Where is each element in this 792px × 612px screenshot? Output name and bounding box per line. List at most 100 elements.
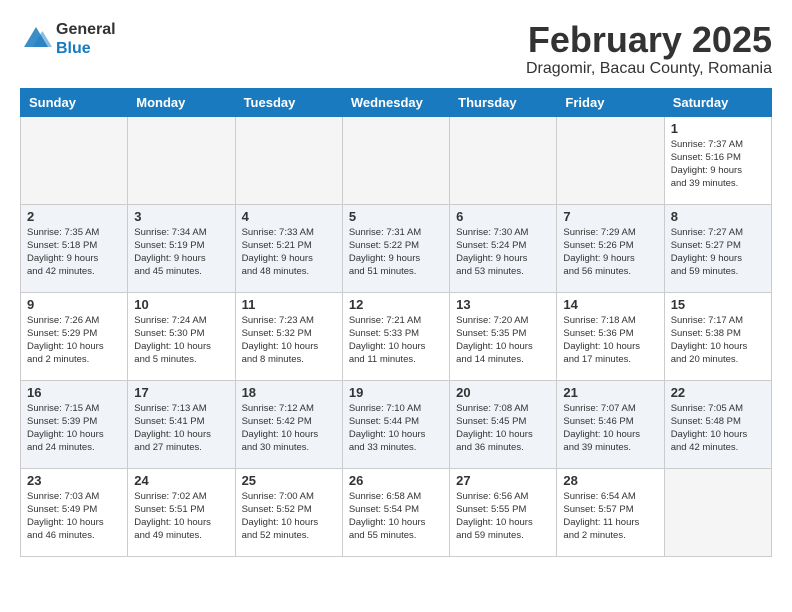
day-number: 19	[349, 385, 443, 400]
day-info: Sunrise: 7:07 AM Sunset: 5:46 PM Dayligh…	[563, 402, 657, 455]
day-info: Sunrise: 6:56 AM Sunset: 5:55 PM Dayligh…	[456, 490, 550, 543]
col-header-tuesday: Tuesday	[235, 88, 342, 116]
day-info: Sunrise: 7:08 AM Sunset: 5:45 PM Dayligh…	[456, 402, 550, 455]
day-number: 9	[27, 297, 121, 312]
calendar-cell	[21, 116, 128, 204]
page-header: General Blue February 2025 Dragomir, Bac…	[20, 20, 772, 78]
day-number: 13	[456, 297, 550, 312]
day-info: Sunrise: 7:33 AM Sunset: 5:21 PM Dayligh…	[242, 226, 336, 279]
week-row-2: 2 Sunrise: 7:35 AM Sunset: 5:18 PM Daylig…	[21, 204, 772, 292]
calendar-table: SundayMondayTuesdayWednesdayThursdayFrid…	[20, 88, 772, 557]
day-number: 20	[456, 385, 550, 400]
logo: General Blue	[20, 20, 116, 58]
calendar-cell: 11 Sunrise: 7:23 AM Sunset: 5:32 PM Dayli…	[235, 292, 342, 380]
logo-blue: Blue	[56, 39, 116, 58]
calendar-cell: 4 Sunrise: 7:33 AM Sunset: 5:21 PM Daylig…	[235, 204, 342, 292]
day-info: Sunrise: 7:12 AM Sunset: 5:42 PM Dayligh…	[242, 402, 336, 455]
logo-text: General Blue	[56, 20, 116, 58]
calendar-cell: 10 Sunrise: 7:24 AM Sunset: 5:30 PM Dayli…	[128, 292, 235, 380]
day-info: Sunrise: 7:23 AM Sunset: 5:32 PM Dayligh…	[242, 314, 336, 367]
calendar-cell	[342, 116, 449, 204]
calendar-cell: 22 Sunrise: 7:05 AM Sunset: 5:48 PM Dayli…	[664, 380, 771, 468]
day-number: 15	[671, 297, 765, 312]
day-number: 25	[242, 473, 336, 488]
day-info: Sunrise: 7:17 AM Sunset: 5:38 PM Dayligh…	[671, 314, 765, 367]
day-info: Sunrise: 7:15 AM Sunset: 5:39 PM Dayligh…	[27, 402, 121, 455]
day-number: 10	[134, 297, 228, 312]
day-number: 12	[349, 297, 443, 312]
calendar-cell: 5 Sunrise: 7:31 AM Sunset: 5:22 PM Daylig…	[342, 204, 449, 292]
day-info: Sunrise: 6:58 AM Sunset: 5:54 PM Dayligh…	[349, 490, 443, 543]
day-info: Sunrise: 7:30 AM Sunset: 5:24 PM Dayligh…	[456, 226, 550, 279]
day-info: Sunrise: 7:20 AM Sunset: 5:35 PM Dayligh…	[456, 314, 550, 367]
day-info: Sunrise: 7:24 AM Sunset: 5:30 PM Dayligh…	[134, 314, 228, 367]
day-info: Sunrise: 7:13 AM Sunset: 5:41 PM Dayligh…	[134, 402, 228, 455]
col-header-sunday: Sunday	[21, 88, 128, 116]
day-number: 5	[349, 209, 443, 224]
calendar-cell: 7 Sunrise: 7:29 AM Sunset: 5:26 PM Daylig…	[557, 204, 664, 292]
day-info: Sunrise: 7:29 AM Sunset: 5:26 PM Dayligh…	[563, 226, 657, 279]
calendar-cell	[128, 116, 235, 204]
day-number: 26	[349, 473, 443, 488]
calendar-cell: 21 Sunrise: 7:07 AM Sunset: 5:46 PM Dayli…	[557, 380, 664, 468]
day-number: 22	[671, 385, 765, 400]
day-info: Sunrise: 7:37 AM Sunset: 5:16 PM Dayligh…	[671, 138, 765, 191]
calendar-cell	[557, 116, 664, 204]
calendar-cell: 17 Sunrise: 7:13 AM Sunset: 5:41 PM Dayli…	[128, 380, 235, 468]
calendar-cell: 16 Sunrise: 7:15 AM Sunset: 5:39 PM Dayli…	[21, 380, 128, 468]
week-row-5: 23 Sunrise: 7:03 AM Sunset: 5:49 PM Dayli…	[21, 468, 772, 556]
day-info: Sunrise: 7:34 AM Sunset: 5:19 PM Dayligh…	[134, 226, 228, 279]
calendar-cell: 1 Sunrise: 7:37 AM Sunset: 5:16 PM Daylig…	[664, 116, 771, 204]
calendar-cell: 9 Sunrise: 7:26 AM Sunset: 5:29 PM Daylig…	[21, 292, 128, 380]
calendar-header-row: SundayMondayTuesdayWednesdayThursdayFrid…	[21, 88, 772, 116]
location: Dragomir, Bacau County, Romania	[526, 60, 772, 78]
col-header-thursday: Thursday	[450, 88, 557, 116]
calendar-cell: 12Sunrise: 7:21 AM Sunset: 5:33 PM Dayli…	[342, 292, 449, 380]
day-number: 4	[242, 209, 336, 224]
title-block: February 2025 Dragomir, Bacau County, Ro…	[526, 20, 772, 78]
calendar-cell: 24Sunrise: 7:02 AM Sunset: 5:51 PM Dayli…	[128, 468, 235, 556]
day-info: Sunrise: 7:26 AM Sunset: 5:29 PM Dayligh…	[27, 314, 121, 367]
day-number: 3	[134, 209, 228, 224]
calendar-cell: 27 Sunrise: 6:56 AM Sunset: 5:55 PM Dayli…	[450, 468, 557, 556]
day-info: Sunrise: 7:03 AM Sunset: 5:49 PM Dayligh…	[27, 490, 121, 543]
calendar-cell: 14Sunrise: 7:18 AM Sunset: 5:36 PM Dayli…	[557, 292, 664, 380]
calendar-cell: 28 Sunrise: 6:54 AM Sunset: 5:57 PM Dayli…	[557, 468, 664, 556]
week-row-3: 9 Sunrise: 7:26 AM Sunset: 5:29 PM Daylig…	[21, 292, 772, 380]
day-number: 28	[563, 473, 657, 488]
calendar-cell: 2 Sunrise: 7:35 AM Sunset: 5:18 PM Daylig…	[21, 204, 128, 292]
calendar-cell: 20 Sunrise: 7:08 AM Sunset: 5:45 PM Dayli…	[450, 380, 557, 468]
logo-general: General	[56, 20, 116, 39]
day-info: Sunrise: 7:35 AM Sunset: 5:18 PM Dayligh…	[27, 226, 121, 279]
logo-icon	[20, 23, 52, 55]
month-title: February 2025	[526, 20, 772, 60]
calendar-cell: 23 Sunrise: 7:03 AM Sunset: 5:49 PM Dayli…	[21, 468, 128, 556]
calendar-cell	[235, 116, 342, 204]
calendar-cell: 3 Sunrise: 7:34 AM Sunset: 5:19 PM Daylig…	[128, 204, 235, 292]
week-row-1: 1 Sunrise: 7:37 AM Sunset: 5:16 PM Daylig…	[21, 116, 772, 204]
day-info: Sunrise: 7:27 AM Sunset: 5:27 PM Dayligh…	[671, 226, 765, 279]
day-number: 6	[456, 209, 550, 224]
day-info: Sunrise: 7:05 AM Sunset: 5:48 PM Dayligh…	[671, 402, 765, 455]
day-number: 27	[456, 473, 550, 488]
calendar-cell	[450, 116, 557, 204]
day-number: 8	[671, 209, 765, 224]
day-number: 23	[27, 473, 121, 488]
day-info: Sunrise: 7:00 AM Sunset: 5:52 PM Dayligh…	[242, 490, 336, 543]
day-number: 1	[671, 121, 765, 136]
day-number: 18	[242, 385, 336, 400]
calendar-cell: 25 Sunrise: 7:00 AM Sunset: 5:52 PM Dayli…	[235, 468, 342, 556]
day-number: 2	[27, 209, 121, 224]
calendar-cell: 15 Sunrise: 7:17 AM Sunset: 5:38 PM Dayli…	[664, 292, 771, 380]
calendar-cell: 18 Sunrise: 7:12 AM Sunset: 5:42 PM Dayli…	[235, 380, 342, 468]
day-number: 11	[242, 297, 336, 312]
day-info: Sunrise: 7:18 AM Sunset: 5:36 PM Dayligh…	[563, 314, 657, 367]
day-number: 16	[27, 385, 121, 400]
calendar-cell: 19Sunrise: 7:10 AM Sunset: 5:44 PM Dayli…	[342, 380, 449, 468]
day-info: Sunrise: 7:31 AM Sunset: 5:22 PM Dayligh…	[349, 226, 443, 279]
day-number: 7	[563, 209, 657, 224]
col-header-wednesday: Wednesday	[342, 88, 449, 116]
day-number: 21	[563, 385, 657, 400]
day-number: 17	[134, 385, 228, 400]
day-info: Sunrise: 6:54 AM Sunset: 5:57 PM Dayligh…	[563, 490, 657, 543]
